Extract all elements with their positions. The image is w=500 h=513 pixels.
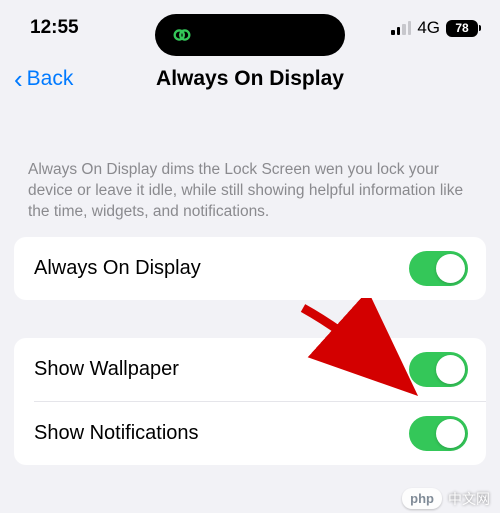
watermark-text: 中文网 — [448, 489, 490, 509]
settings-section-main: Always On Display — [14, 237, 486, 300]
setting-label: Always On Display — [34, 257, 201, 280]
watermark-logo: php — [402, 488, 442, 509]
toggle-notifications[interactable] — [409, 416, 468, 451]
status-bar: 12:55 4G 78 — [0, 0, 500, 50]
setting-label: Show Wallpaper — [34, 358, 179, 381]
status-time: 12:55 — [30, 17, 79, 39]
setting-label: Show Notifications — [34, 422, 199, 445]
toggle-knob — [436, 419, 465, 448]
setting-row-notifications: Show Notifications — [34, 401, 486, 465]
nav-header: ‹ Back Always On Display — [0, 50, 500, 114]
settings-section-options: Show Wallpaper Show Notifications — [14, 338, 486, 465]
toggle-wallpaper[interactable] — [409, 352, 468, 387]
toggle-always-on[interactable] — [409, 251, 468, 286]
description-text: Always On Display dims the Lock Screen w… — [0, 114, 500, 237]
back-button[interactable]: ‹ Back — [14, 66, 73, 92]
setting-row-wallpaper: Show Wallpaper — [14, 338, 486, 401]
network-label: 4G — [417, 18, 440, 38]
battery-icon: 78 — [446, 20, 478, 37]
page-title: Always On Display — [156, 67, 344, 91]
watermark: php 中文网 — [402, 488, 490, 509]
toggle-knob — [436, 355, 465, 384]
chevron-left-icon: ‹ — [14, 66, 23, 92]
toggle-knob — [436, 254, 465, 283]
signal-icon — [391, 21, 411, 35]
setting-row-always-on: Always On Display — [14, 237, 486, 300]
link-icon — [169, 22, 195, 48]
battery-level: 78 — [455, 21, 468, 35]
status-indicators: 4G 78 — [391, 18, 478, 38]
back-label: Back — [27, 67, 74, 91]
